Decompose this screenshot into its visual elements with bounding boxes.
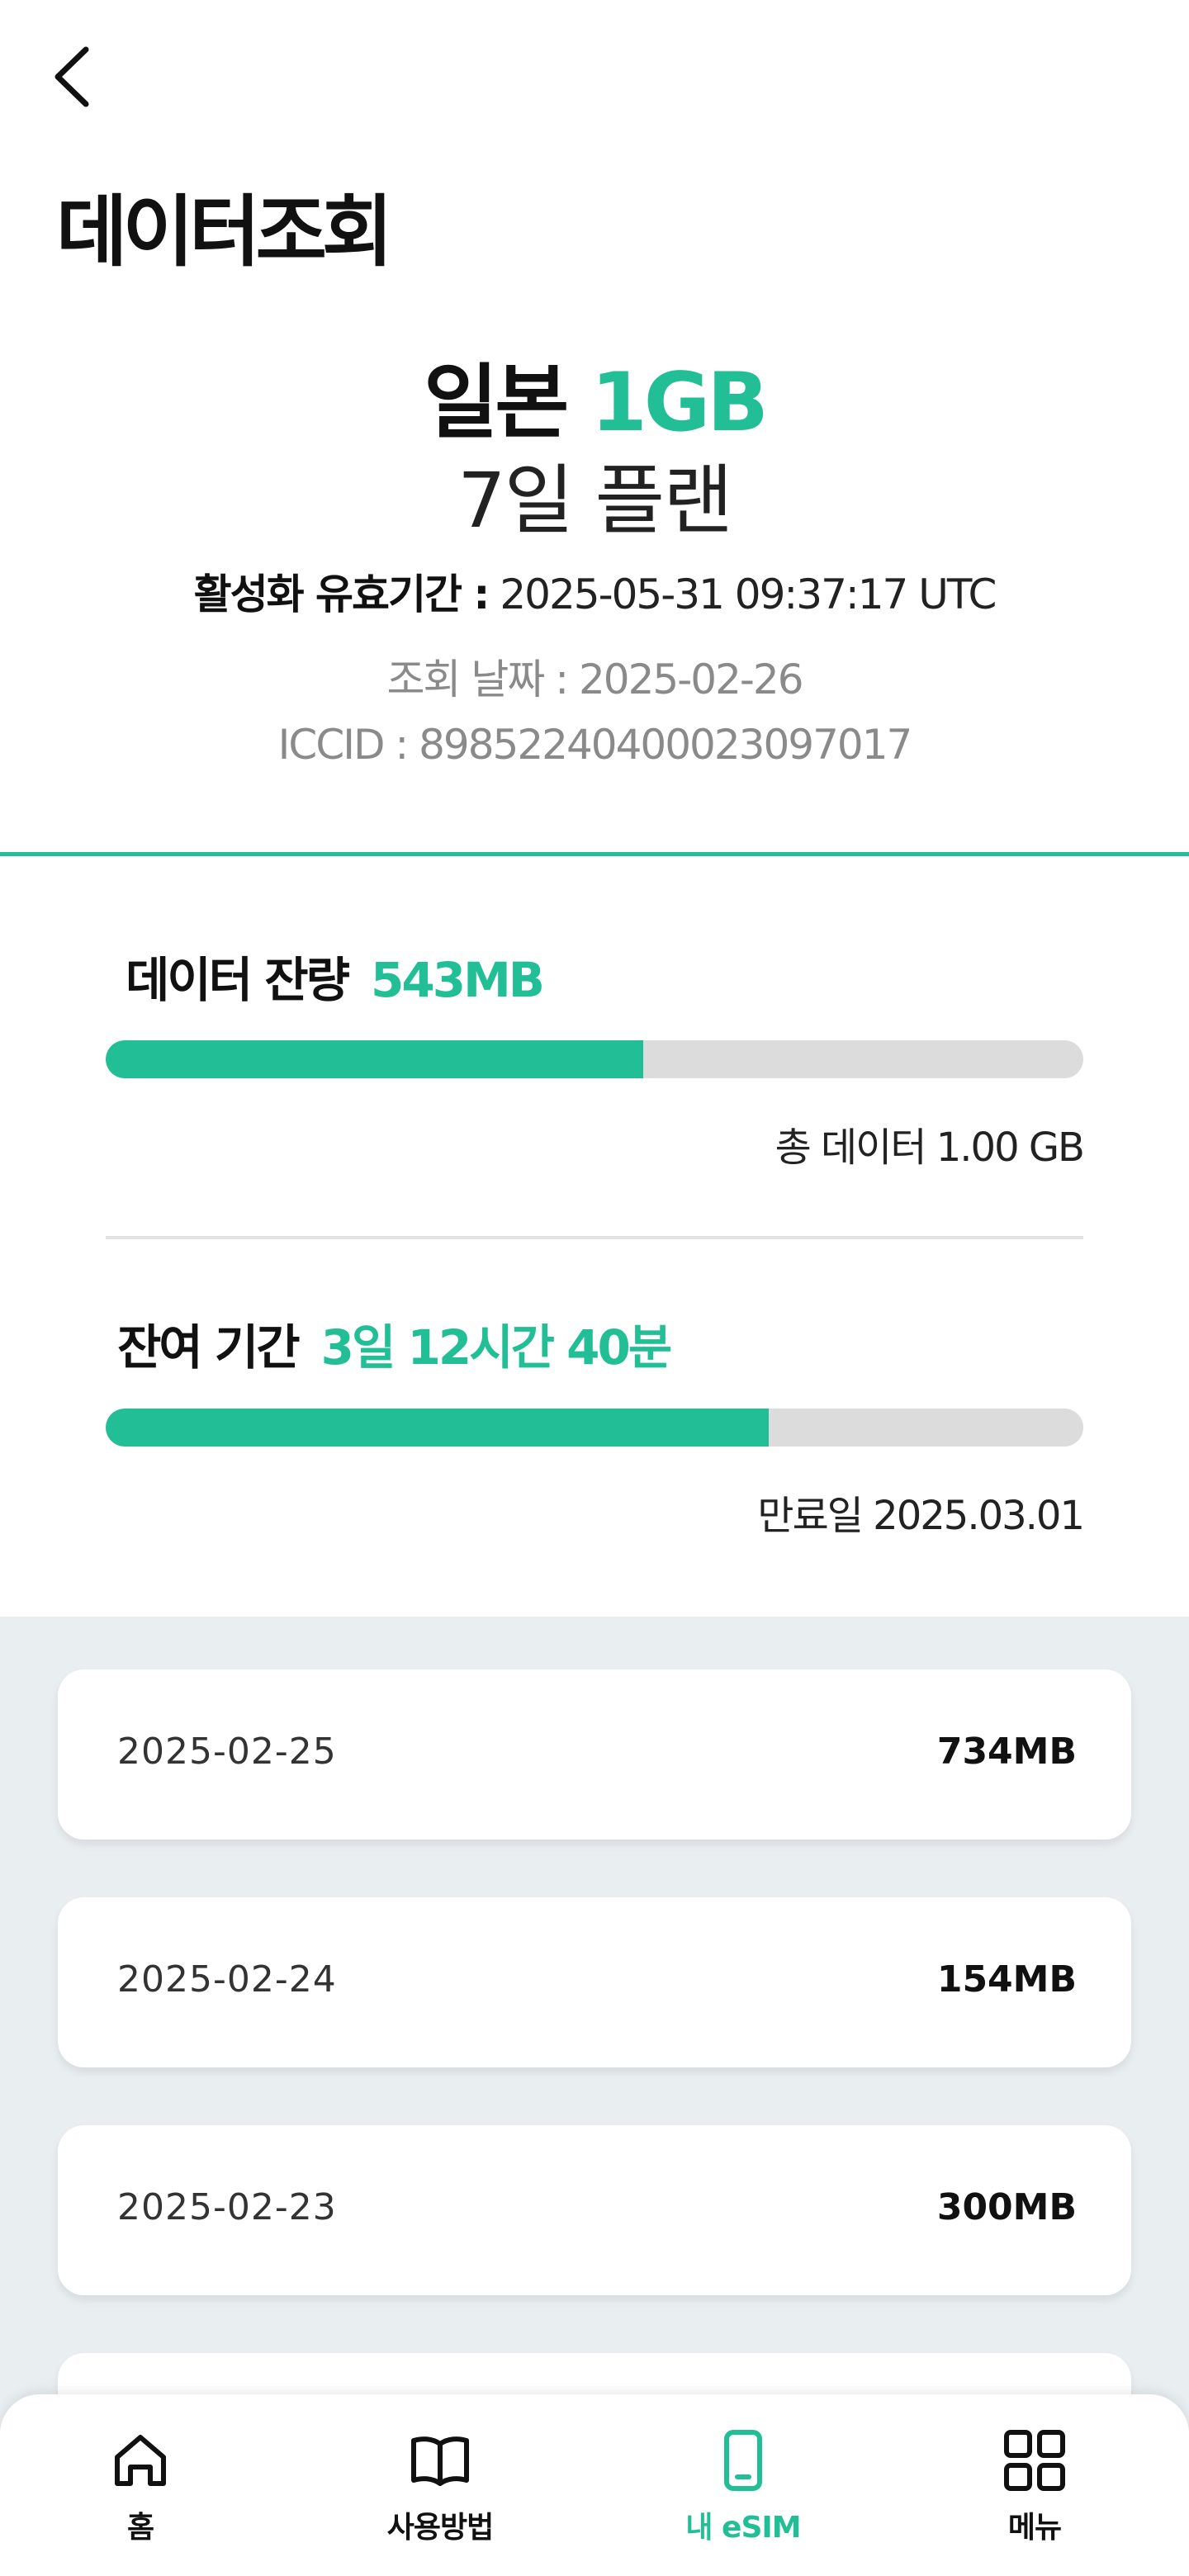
plan-data-amount: 1GB <box>590 356 769 450</box>
remaining-time-heading: 잔여 기간 3일 12시간 40분 <box>117 1309 673 1378</box>
expiry-date: 만료일 2025.03.01 <box>757 1493 1085 1539</box>
total-data: 총 데이터 1.00 GB <box>775 1125 1085 1171</box>
home-icon <box>115 2435 166 2486</box>
tab-my-esim[interactable]: 내 eSIM <box>636 2427 850 2546</box>
remaining-time-bar-fill <box>106 1409 769 1447</box>
remaining-data-heading: 데이터 잔량 543MB <box>126 941 545 1011</box>
usage-date: 2025-02-24 <box>117 1958 337 2001</box>
tab-home-label: 홈 <box>126 2511 154 2545</box>
usage-date: 2025-02-23 <box>117 2186 337 2228</box>
tab-menu[interactable]: 메뉴 <box>927 2427 1142 2546</box>
iccid: ICCID : 89852240400023097017 <box>277 721 913 769</box>
grid-icon <box>1004 2430 1065 2491</box>
remaining-time-value: 3일 12시간 40분 <box>320 1319 673 1376</box>
book-open-icon <box>411 2436 469 2486</box>
divider <box>106 1236 1083 1239</box>
remaining-time-bar <box>106 1409 1083 1447</box>
tab-menu-label: 메뉴 <box>1007 2511 1062 2545</box>
usage-card: 2025-02-23 300MB <box>58 2125 1131 2295</box>
page-title: 데이터조회 <box>56 187 393 277</box>
validity-value: 2025-05-31 09:37:17 UTC <box>500 571 997 618</box>
chevron-left-icon <box>54 46 89 107</box>
usage-amount: 154MB <box>936 1958 1077 2001</box>
query-date: 조회 날짜 : 2025-02-26 <box>386 656 803 703</box>
remaining-data-bar <box>106 1040 1083 1078</box>
remaining-data-label: 데이터 잔량 <box>126 952 350 1008</box>
tab-my-esim-label: 내 eSIM <box>685 2511 801 2545</box>
plan-country: 일본 <box>424 356 569 450</box>
validity-label: 활성화 유효기간 : <box>193 571 490 618</box>
section-divider <box>0 852 1189 856</box>
usage-date: 2025-02-25 <box>117 1731 337 1773</box>
smartphone-icon <box>724 2430 762 2491</box>
plan-name: 일본 1GB <box>0 337 1189 454</box>
usage-amount: 734MB <box>936 1731 1077 1773</box>
activation-validity: 활성화 유효기간 : 2025-05-31 09:37:17 UTC <box>0 561 1189 621</box>
usage-amount: 300MB <box>936 2186 1077 2228</box>
remaining-data-bar-fill <box>106 1040 644 1078</box>
back-button[interactable] <box>48 40 97 114</box>
usage-card: 2025-02-25 734MB <box>58 1669 1131 1840</box>
plan-duration: 7일 플랜 <box>457 457 733 545</box>
remaining-time-label: 잔여 기간 <box>117 1319 301 1376</box>
remaining-data-value: 543MB <box>371 952 545 1008</box>
bottom-tab-bar: 홈 사용방법 내 eSIM 메뉴 <box>0 2394 1189 2576</box>
usage-card: 2025-02-24 154MB <box>58 1897 1131 2067</box>
tab-home[interactable]: 홈 <box>33 2427 248 2546</box>
tab-guide-label: 사용방법 <box>386 2511 494 2545</box>
tab-guide[interactable]: 사용방법 <box>333 2427 547 2546</box>
